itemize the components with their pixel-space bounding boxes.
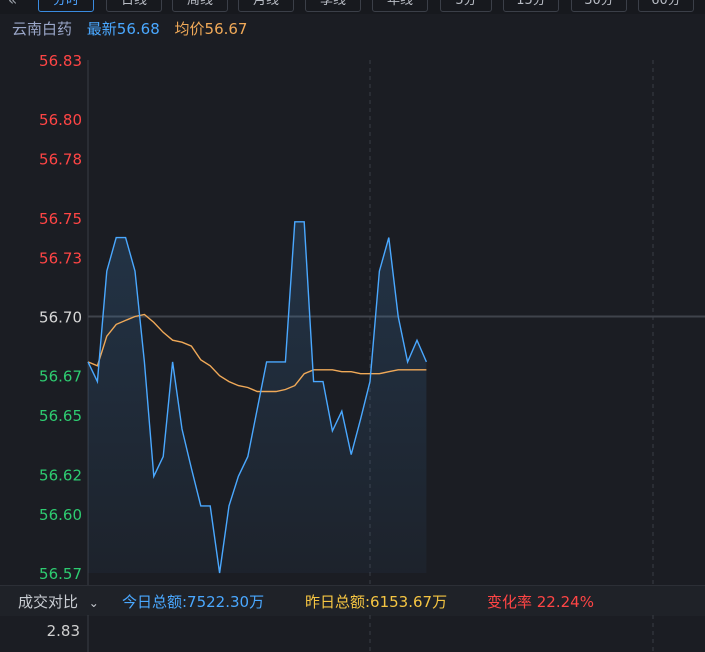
tab-period[interactable]: 季线 xyxy=(305,0,361,12)
tab-period[interactable]: 60分 xyxy=(638,0,694,12)
tab-period[interactable]: 日线 xyxy=(106,0,162,12)
double-chevron-left-icon[interactable]: « xyxy=(8,0,17,9)
tab-period[interactable]: 15分 xyxy=(503,0,559,12)
volume-chart: 2.83 xyxy=(47,615,654,652)
y-tick-label: 56.75 xyxy=(39,210,82,228)
today-amount: 今日总额:7522.30万 xyxy=(122,593,265,611)
change-rate: 变化率 22.24% xyxy=(487,593,594,611)
y-tick-label: 56.80 xyxy=(39,111,82,129)
price-area xyxy=(88,221,427,574)
y-tick-label: 56.67 xyxy=(39,368,82,386)
latest-price: 最新56.68 xyxy=(86,20,160,38)
volume-compare-dropdown[interactable]: 成交对比 ⌄ xyxy=(18,591,99,612)
stock-info: 云南白药 最新56.68 均价56.67 xyxy=(12,18,257,40)
y-tick-label: 56.57 xyxy=(39,565,82,583)
chevron-down-icon: ⌄ xyxy=(88,596,99,610)
y-tick-label: 56.70 xyxy=(39,309,82,327)
volume-compare-bar: 成交对比 ⌄ 今日总额:7522.30万 昨日总额:6153.67万 变化率 2… xyxy=(0,585,705,616)
y-tick-label: 56.65 xyxy=(39,407,82,425)
y-tick-label: 56.60 xyxy=(39,506,82,524)
tab-period[interactable]: 分时 xyxy=(38,0,94,12)
intraday-price-chart: 56.83 56.80 56.78 56.75 56.73 56.70 56.67 56.65… xyxy=(39,52,705,585)
y-tick-label: 56.73 xyxy=(39,249,82,267)
stock-name: 云南白药 xyxy=(12,20,73,38)
tab-period[interactable]: 周线 xyxy=(172,0,228,12)
volume-compare-label: 成交对比 xyxy=(18,593,79,611)
tab-period[interactable]: 5分 xyxy=(440,0,492,12)
period-toolbar: « 分时 日线 周线 月线 季线 年线 5分 15分 30分 60分 xyxy=(0,0,705,14)
yesterday-amount: 昨日总额:6153.67万 xyxy=(305,593,448,611)
volume-y-tick: 2.83 xyxy=(47,622,80,640)
average-price: 均价56.67 xyxy=(174,20,248,38)
tab-period[interactable]: 30分 xyxy=(571,0,627,12)
tab-period[interactable]: 年线 xyxy=(372,0,428,12)
y-tick-label: 56.78 xyxy=(39,151,82,169)
y-tick-label: 56.62 xyxy=(39,466,82,484)
tab-period[interactable]: 月线 xyxy=(238,0,294,12)
y-tick-label: 56.83 xyxy=(39,52,82,70)
